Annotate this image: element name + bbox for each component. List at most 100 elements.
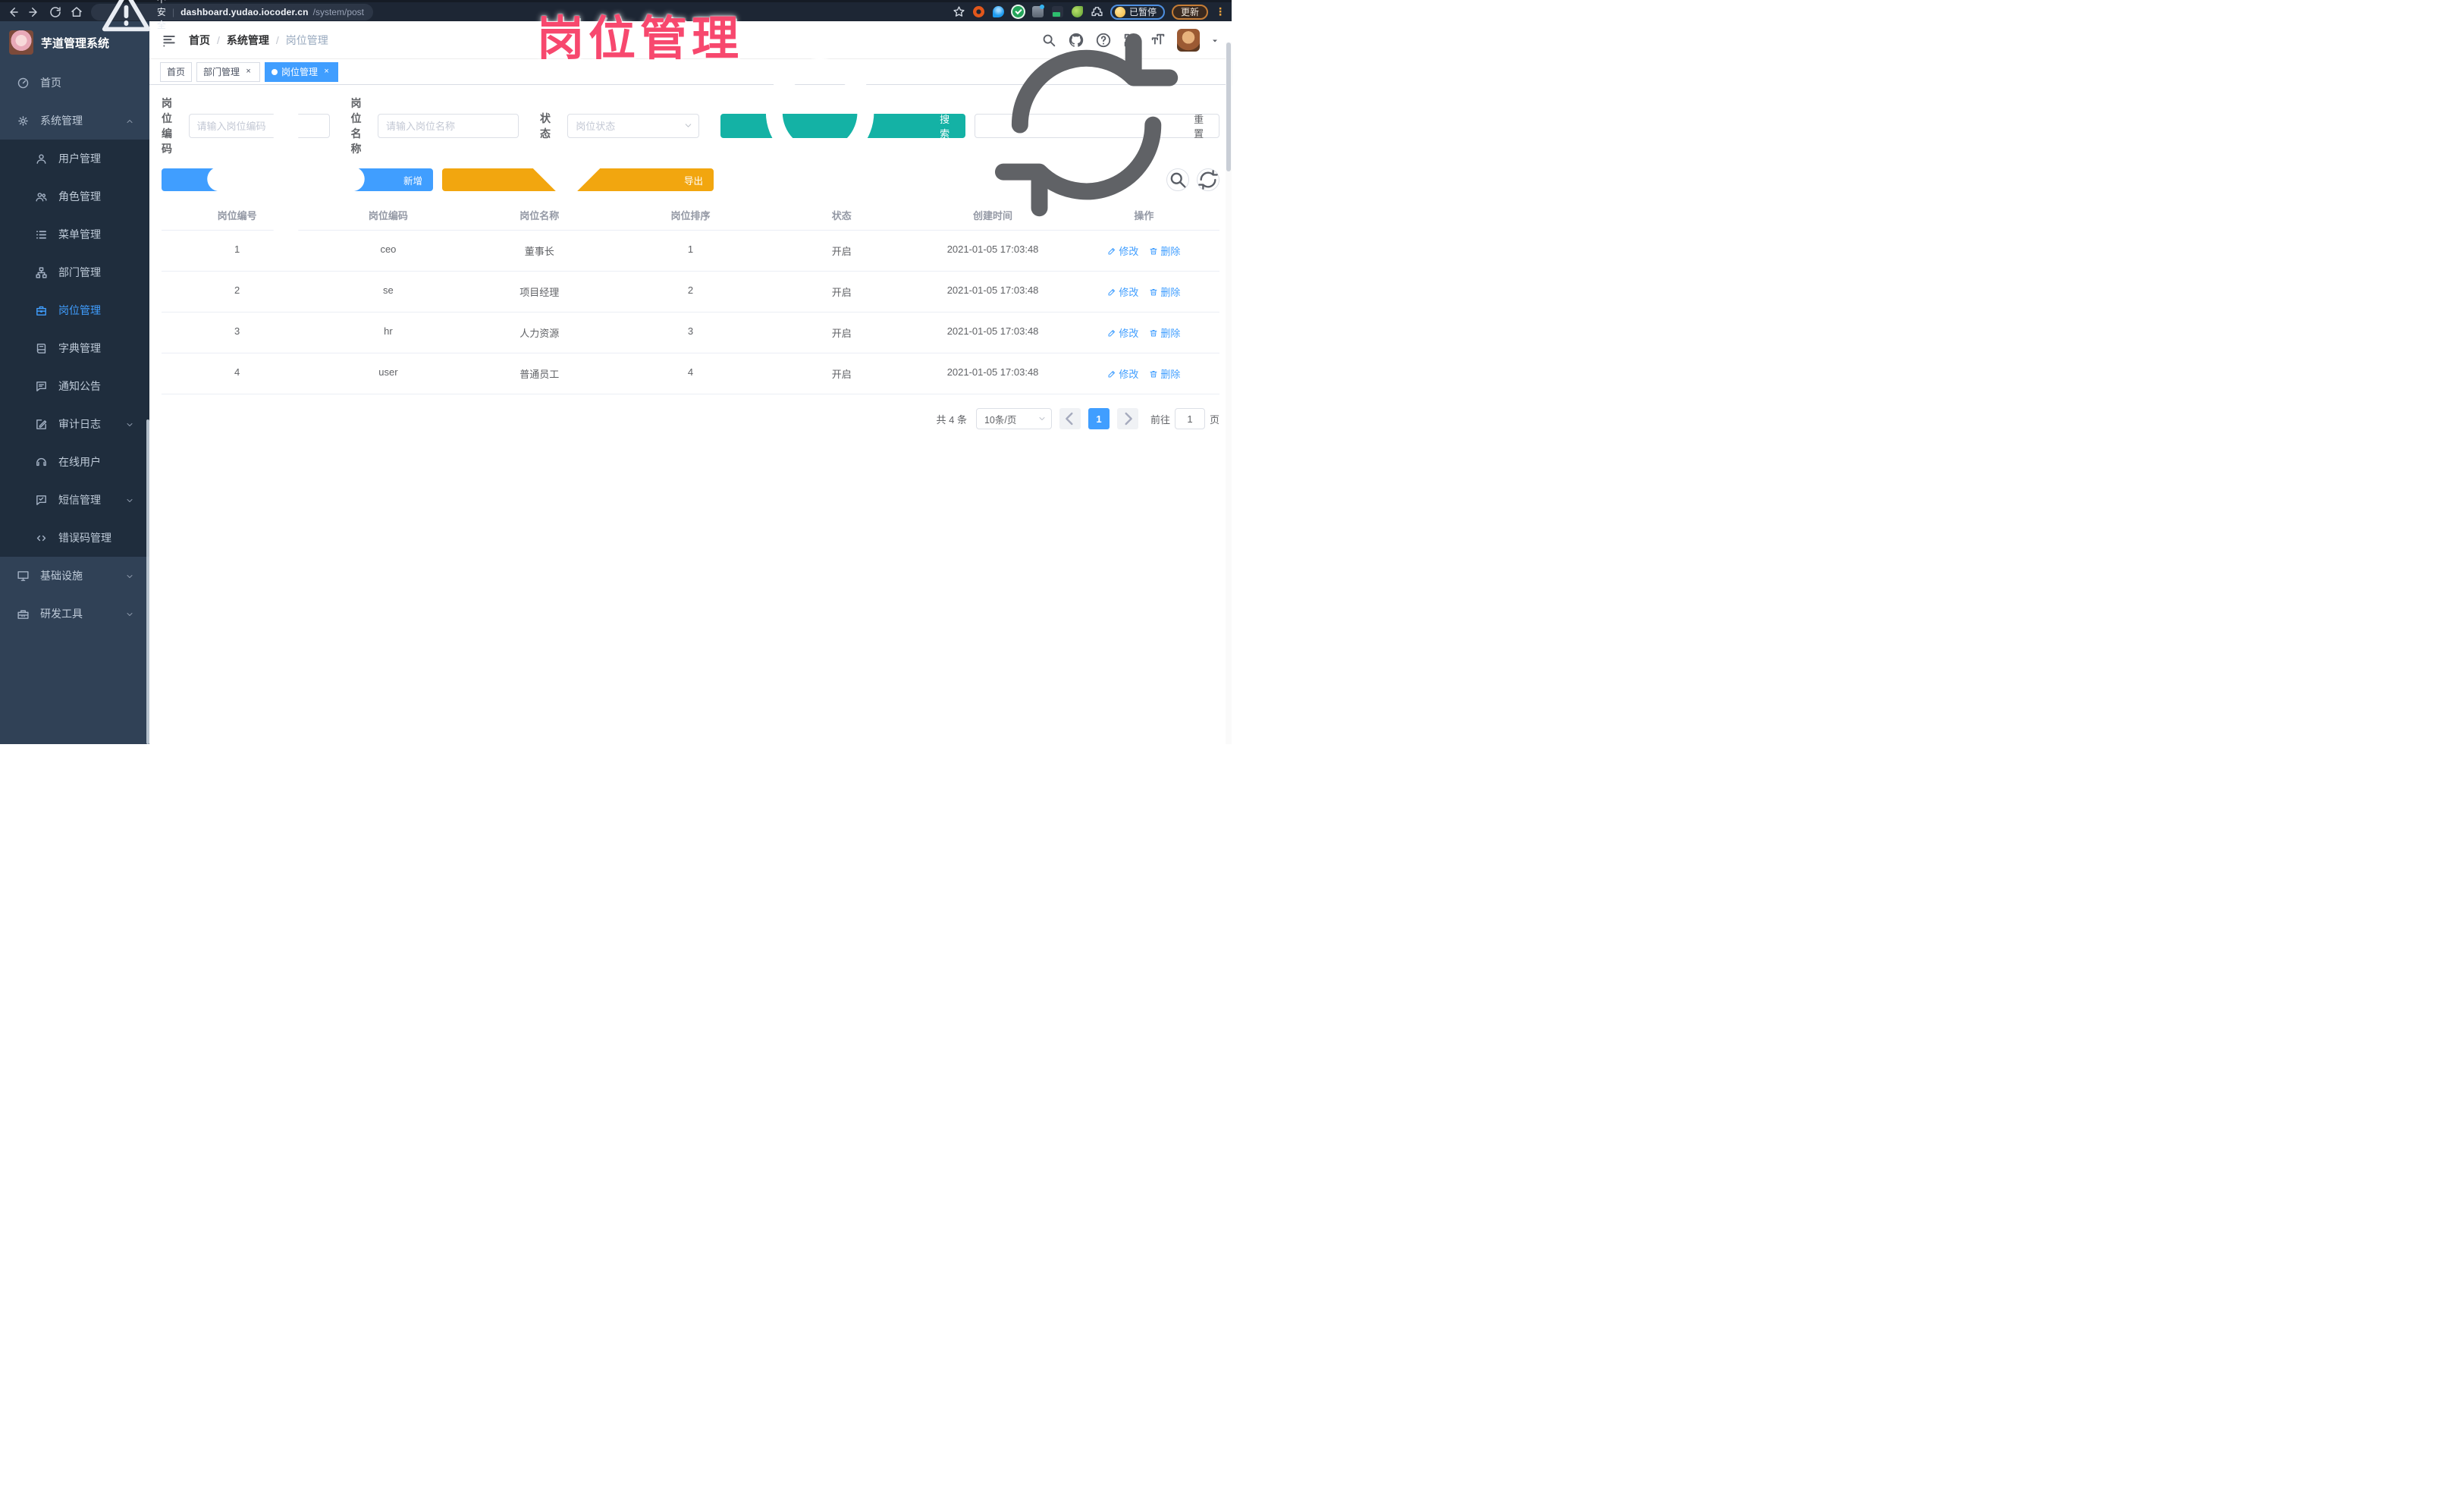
table-row: 4 user 普通员工 4 开启 2021-01-05 17:03:48 修改 删除 <box>162 353 1219 394</box>
sidebar-item-role-management[interactable]: 角色管理 <box>0 177 149 215</box>
cell-name: 人力资源 <box>519 328 560 339</box>
refresh-table-button[interactable] <box>1197 168 1219 191</box>
bookmark-star-icon[interactable] <box>953 5 965 18</box>
sidebar-menu: 首页 系统管理用户管理角色管理菜单管理部门管理 岗位管理字典管理通知公告审计日志 在线… <box>0 64 149 633</box>
sidebar-item-notice-announcement[interactable]: 通知公告 <box>0 367 149 405</box>
column-header: 操作 <box>1134 210 1154 221</box>
cell-code: hr <box>384 325 393 337</box>
avatar-caret-down-icon[interactable] <box>1210 36 1219 45</box>
edit-icon <box>1107 287 1116 297</box>
browser-back-button[interactable] <box>6 5 20 19</box>
browser-home-button[interactable] <box>70 5 83 19</box>
sidebar-item-menu-management[interactable]: 菜单管理 <box>0 215 149 253</box>
sidebar-item-label: 菜单管理 <box>58 228 101 240</box>
page-number-1[interactable]: 1 <box>1088 408 1110 429</box>
delete-link[interactable]: 删除 <box>1149 284 1180 299</box>
column-header: 岗位编码 <box>368 210 408 221</box>
column-header: 岗位排序 <box>670 210 711 221</box>
edit-link[interactable]: 修改 <box>1107 366 1138 381</box>
sidebar-item-label: 字典管理 <box>58 342 101 354</box>
extension-green-check-icon[interactable] <box>1012 5 1025 18</box>
next-page-button[interactable] <box>1116 408 1138 429</box>
edit-link[interactable]: 修改 <box>1107 325 1138 340</box>
sidebar-item-sms-management[interactable]: 短信管理 <box>0 481 149 519</box>
monitor-icon <box>17 570 30 583</box>
edit-link[interactable]: 修改 <box>1107 243 1138 258</box>
extensions-puzzle-icon[interactable] <box>1091 5 1103 18</box>
sidebar-item-audit-log[interactable]: 审计日志 <box>0 405 149 443</box>
role-icon <box>35 190 48 203</box>
cell-status: 开启 <box>831 328 852 339</box>
toggle-search-button[interactable] <box>1166 168 1189 191</box>
delete-link[interactable]: 删除 <box>1149 325 1180 340</box>
delete-link[interactable]: 删除 <box>1149 243 1180 258</box>
sms-icon <box>35 494 48 507</box>
status-select[interactable] <box>567 114 700 138</box>
column-header: 创建时间 <box>973 210 1013 221</box>
table-body: 1 ceo 董事长 1 开启 2021-01-05 17:03:48 修改 删除 2 se 项目经理… <box>162 231 1219 394</box>
browser-menu-kebab-icon[interactable]: ⋮ <box>1215 5 1226 18</box>
sidebar-item-label: 用户管理 <box>58 152 101 165</box>
sidebar-item-error-code-management[interactable]: 错误码管理 <box>0 519 149 557</box>
export-button[interactable]: 导出 <box>442 93 714 255</box>
breadcrumb-home[interactable]: 首页 <box>189 33 210 48</box>
goto-page-input[interactable] <box>1174 408 1205 429</box>
sidebar-item-label: 通知公告 <box>58 380 101 392</box>
chevron-down-icon <box>125 495 134 504</box>
browser-reload-button[interactable] <box>49 5 62 19</box>
briefcase-icon <box>35 304 48 317</box>
sidebar-item-infrastructure[interactable]: 基础设施 <box>0 557 149 595</box>
extension-gray-icon[interactable] <box>1031 5 1044 18</box>
sidebar-item-dept-management[interactable]: 部门管理 <box>0 253 149 291</box>
sidebar-item-label: 短信管理 <box>58 494 101 506</box>
extension-leaf-icon[interactable] <box>1071 5 1084 18</box>
not-secure-warning-icon <box>100 0 152 38</box>
toolbox-icon <box>17 608 30 620</box>
edit-link-label: 修改 <box>1119 369 1139 380</box>
column-header: 状态 <box>831 210 852 221</box>
browser-update-button[interactable]: 更新 <box>1171 4 1208 20</box>
cell-id: 4 <box>234 366 240 378</box>
page-size-select[interactable] <box>975 408 1052 429</box>
reset-button-label: 重置 <box>1194 114 1204 140</box>
browser-toolbar-right: 已暂停 更新 ⋮ <box>953 4 1226 20</box>
cell-name: 项目经理 <box>519 287 560 298</box>
sidebar-item-online-users[interactable]: 在线用户 <box>0 443 149 481</box>
extension-blue-drop-icon[interactable] <box>992 5 1005 18</box>
browser-forward-button[interactable] <box>27 5 41 19</box>
page-scrollbar[interactable] <box>1226 42 1232 744</box>
reset-button[interactable]: 重置 <box>975 33 1219 217</box>
delete-link-label: 删除 <box>1160 287 1181 298</box>
edit-link[interactable]: 修改 <box>1107 284 1138 299</box>
sidebar-item-system-management[interactable]: 系统管理 <box>0 102 149 140</box>
sidebar-item-home[interactable]: 首页 <box>0 64 149 102</box>
extension-gif-icon[interactable] <box>1051 5 1064 18</box>
breadcrumb-system[interactable]: 系统管理 <box>227 33 269 48</box>
delete-link[interactable]: 删除 <box>1149 366 1180 381</box>
book-icon <box>35 342 48 355</box>
sidebar-item-user-management[interactable]: 用户管理 <box>0 140 149 177</box>
extension-orange-icon[interactable] <box>972 5 985 18</box>
sidebar-item-dict-management[interactable]: 字典管理 <box>0 329 149 367</box>
chevron-down-icon <box>125 419 134 429</box>
table-row: 2 se 项目经理 2 开启 2021-01-05 17:03:48 修改 删除 <box>162 272 1219 313</box>
sidebar-item-dev-tools[interactable]: 研发工具 <box>0 595 149 633</box>
chevron-down-icon <box>683 121 693 130</box>
sidebar-item-label: 基础设施 <box>40 570 83 582</box>
search-button[interactable]: 搜索 <box>720 58 966 200</box>
search-button-label: 搜索 <box>940 114 950 140</box>
trash-icon <box>1149 328 1158 338</box>
url-path: /system/post <box>312 6 364 17</box>
dashboard-icon <box>17 77 30 90</box>
add-button-label: 新增 <box>403 175 423 187</box>
paused-label: 已暂停 <box>1128 7 1157 17</box>
add-button[interactable]: 新增 <box>162 99 434 258</box>
address-bar[interactable]: 不安全 | dashboard.yudao.iocoder.cn/system/… <box>91 0 373 32</box>
cell-name: 董事长 <box>524 246 554 257</box>
status-select-input[interactable] <box>567 114 700 138</box>
sidebar-item-post-management[interactable]: 岗位管理 <box>0 291 149 329</box>
collapse-sidebar-icon[interactable] <box>162 33 177 48</box>
profile-emoji-avatar <box>1114 6 1125 17</box>
profile-paused-pill[interactable]: 已暂停 <box>1110 4 1165 20</box>
prev-page-button[interactable] <box>1059 408 1081 429</box>
